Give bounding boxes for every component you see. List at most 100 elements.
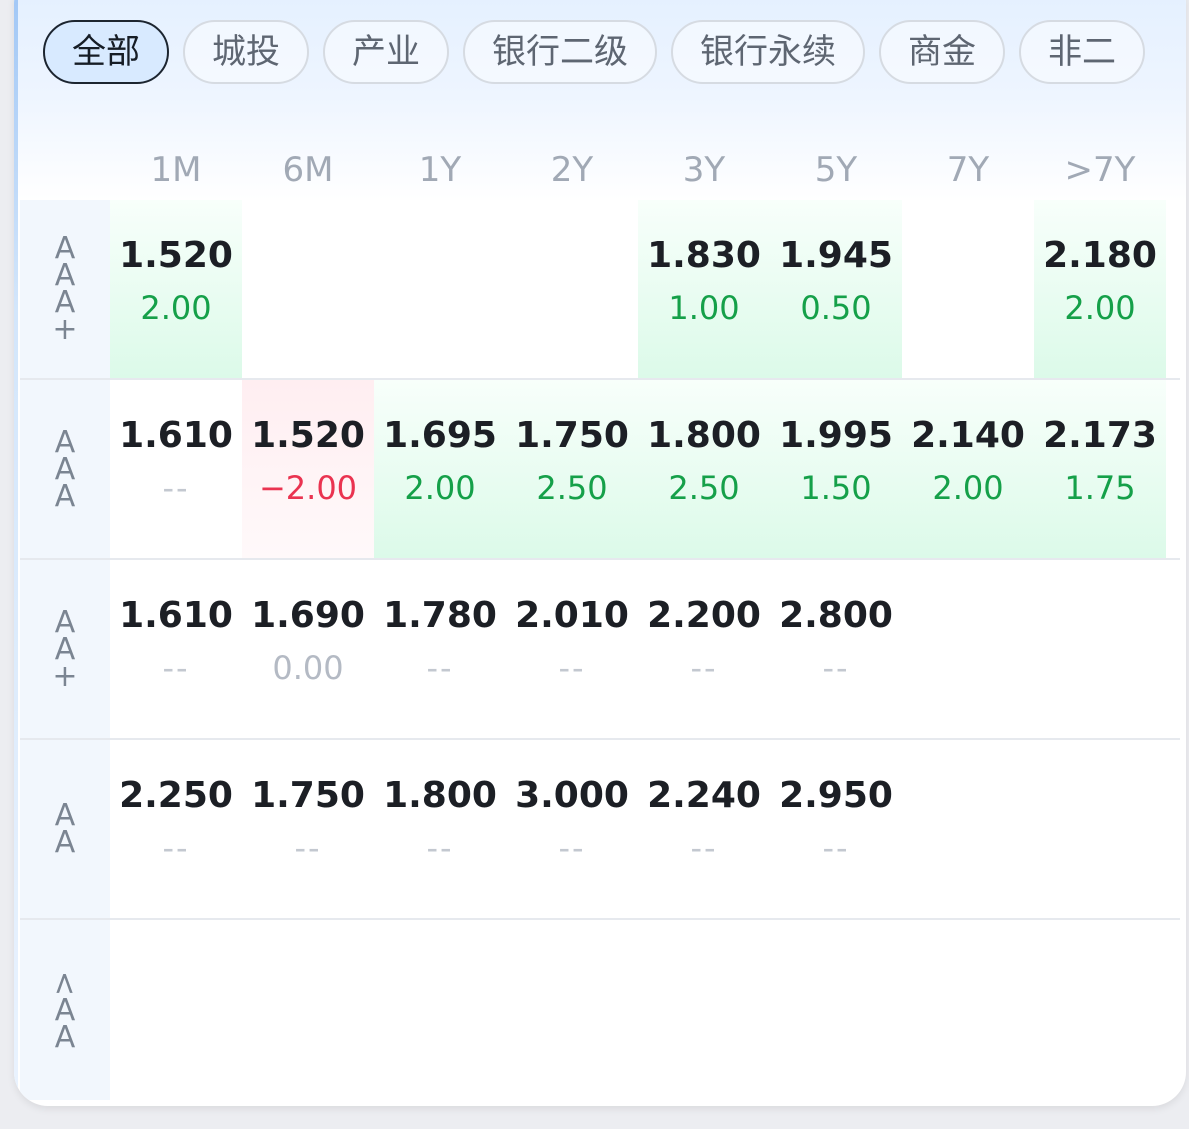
yield-cell [638,920,770,1100]
rating-row: A A A 1.610 -- 1.520 −2.00 1.695 2.00 1.750 2.50 1.… [20,380,1180,560]
yield-change: 2.50 [668,469,740,507]
yield-change: -- [822,649,850,687]
yield-rate: 1.995 [779,415,893,456]
yield-rate: 3.000 [515,775,629,816]
yield-rate: 1.610 [119,415,233,456]
yield-cell [770,920,902,1100]
yield-change: -- [822,829,850,867]
rating-label: AA [20,740,110,918]
rating-row: < A A [20,920,1180,1100]
yield-cell[interactable]: 1.520 2.00 [110,200,242,378]
yield-change: -- [558,829,586,867]
tab-0[interactable]: 全部 [43,20,169,84]
yield-cell[interactable]: 1.995 1.50 [770,380,902,558]
yield-cell[interactable]: 2.950 -- [770,740,902,918]
yield-change: -- [426,829,454,867]
yield-cell [374,200,506,378]
yield-change: 0.50 [800,289,872,327]
yield-cell[interactable]: 1.780 -- [374,560,506,738]
rating-label: AAA [20,380,110,558]
tenor-header-5: 5Y [814,150,858,190]
yield-change: 1.50 [800,469,872,507]
yield-change: -- [426,649,454,687]
yield-rate: 1.520 [119,235,233,276]
yield-rate: 2.140 [911,415,1025,456]
yield-cell[interactable]: 1.945 0.50 [770,200,902,378]
tab-4[interactable]: 银行永续 [671,20,865,84]
yield-rate: 1.610 [119,595,233,636]
tenor-header-6: 7Y [946,150,990,190]
yield-rate: 2.173 [1043,415,1157,456]
yield-rate: 2.240 [647,775,761,816]
yield-matrix-card: 全部 城投 产业 银行二级 银行永续 商金 非二 1M 6M 1Y 2Y 3Y 5Y 7Y >7Y AAA… [14,0,1186,1106]
yield-rate: 1.750 [515,415,629,456]
category-tabs: 全部 城投 产业 银行二级 银行永续 商金 非二 [43,20,1165,88]
tenor-header-3: 2Y [550,150,594,190]
yield-change: -- [294,829,322,867]
yield-cell[interactable]: 2.180 2.00 [1034,200,1166,378]
yield-rate: 1.780 [383,595,497,636]
yield-cell[interactable]: 1.690 0.00 [242,560,374,738]
rating-row: A A A + 1.520 2.00 1.830 1.00 1.945 0.50 2.180 2.00 [20,200,1180,380]
yield-cell[interactable]: 3.000 -- [506,740,638,918]
yield-cell[interactable]: 2.010 -- [506,560,638,738]
yield-rate: 2.950 [779,775,893,816]
yield-rate: 1.800 [647,415,761,456]
yield-cell[interactable]: 1.520 −2.00 [242,380,374,558]
yield-cell[interactable]: 1.695 2.00 [374,380,506,558]
tab-1[interactable]: 城投 [183,20,309,84]
rating-glyph: A [54,1019,76,1055]
yield-rate: 1.945 [779,235,893,276]
yield-cell[interactable]: 1.800 2.50 [638,380,770,558]
yield-cell [242,920,374,1100]
yield-change: -- [690,649,718,687]
yield-cell[interactable]: 1.800 -- [374,740,506,918]
yield-cell[interactable]: 2.800 -- [770,560,902,738]
yield-cell [242,200,374,378]
card-accent-edge [14,0,18,1106]
yield-cell[interactable]: 1.750 -- [242,740,374,918]
tab-5[interactable]: 商金 [879,20,1005,84]
rating-glyph: A [54,478,76,514]
rating-label: A A A + [20,200,110,378]
yield-change: -- [690,829,718,867]
rating-glyph: + [52,658,78,694]
yield-cell [1034,740,1166,918]
yield-grid: A A A +1.520 2.00 1.830 1.00 1.945 0.50 2.180 2.00… [20,200,1180,1100]
yield-cell [506,200,638,378]
rating-label: < A A [20,920,110,1100]
yield-rate: 2.180 [1043,235,1157,276]
yield-cell[interactable]: 2.140 2.00 [902,380,1034,558]
rating-glyph: + [52,312,78,347]
yield-cell[interactable]: 1.610 -- [110,560,242,738]
yield-rate: 1.800 [383,775,497,816]
yield-cell[interactable]: 1.750 2.50 [506,380,638,558]
yield-rate: 2.250 [119,775,233,816]
yield-cell[interactable]: 1.610 -- [110,380,242,558]
yield-cell[interactable]: 2.240 -- [638,740,770,918]
yield-change: -- [162,649,190,687]
yield-rate: 2.200 [647,595,761,636]
yield-cell [1034,560,1166,738]
yield-cell[interactable]: 2.173 1.75 [1034,380,1166,558]
yield-cell[interactable]: 2.200 -- [638,560,770,738]
tab-6[interactable]: 非二 [1019,20,1145,84]
yield-change: 1.75 [1064,469,1136,507]
yield-change: 2.00 [932,469,1004,507]
yield-cell [506,920,638,1100]
tenor-header-0: 1M [150,150,202,190]
yield-rate: 1.750 [251,775,365,816]
yield-cell[interactable]: 1.830 1.00 [638,200,770,378]
yield-change: 2.00 [404,469,476,507]
rating-label-text: A A A + [52,234,78,347]
yield-change: 1.00 [668,289,740,327]
tab-2[interactable]: 产业 [323,20,449,84]
rating-row: A A 2.250 -- 1.750 -- 1.800 -- 3.000 -- 2.240 -- 2.9… [20,740,1180,920]
tab-3[interactable]: 银行二级 [463,20,657,84]
yield-cell[interactable]: 2.250 -- [110,740,242,918]
rating-label-text: < A A [47,970,82,1055]
tenor-header-row: 1M 6M 1Y 2Y 3Y 5Y 7Y >7Y [110,145,1172,195]
tenor-header-7: >7Y [1064,150,1136,190]
yield-rate: 1.690 [251,595,365,636]
yield-change: 2.50 [536,469,608,507]
